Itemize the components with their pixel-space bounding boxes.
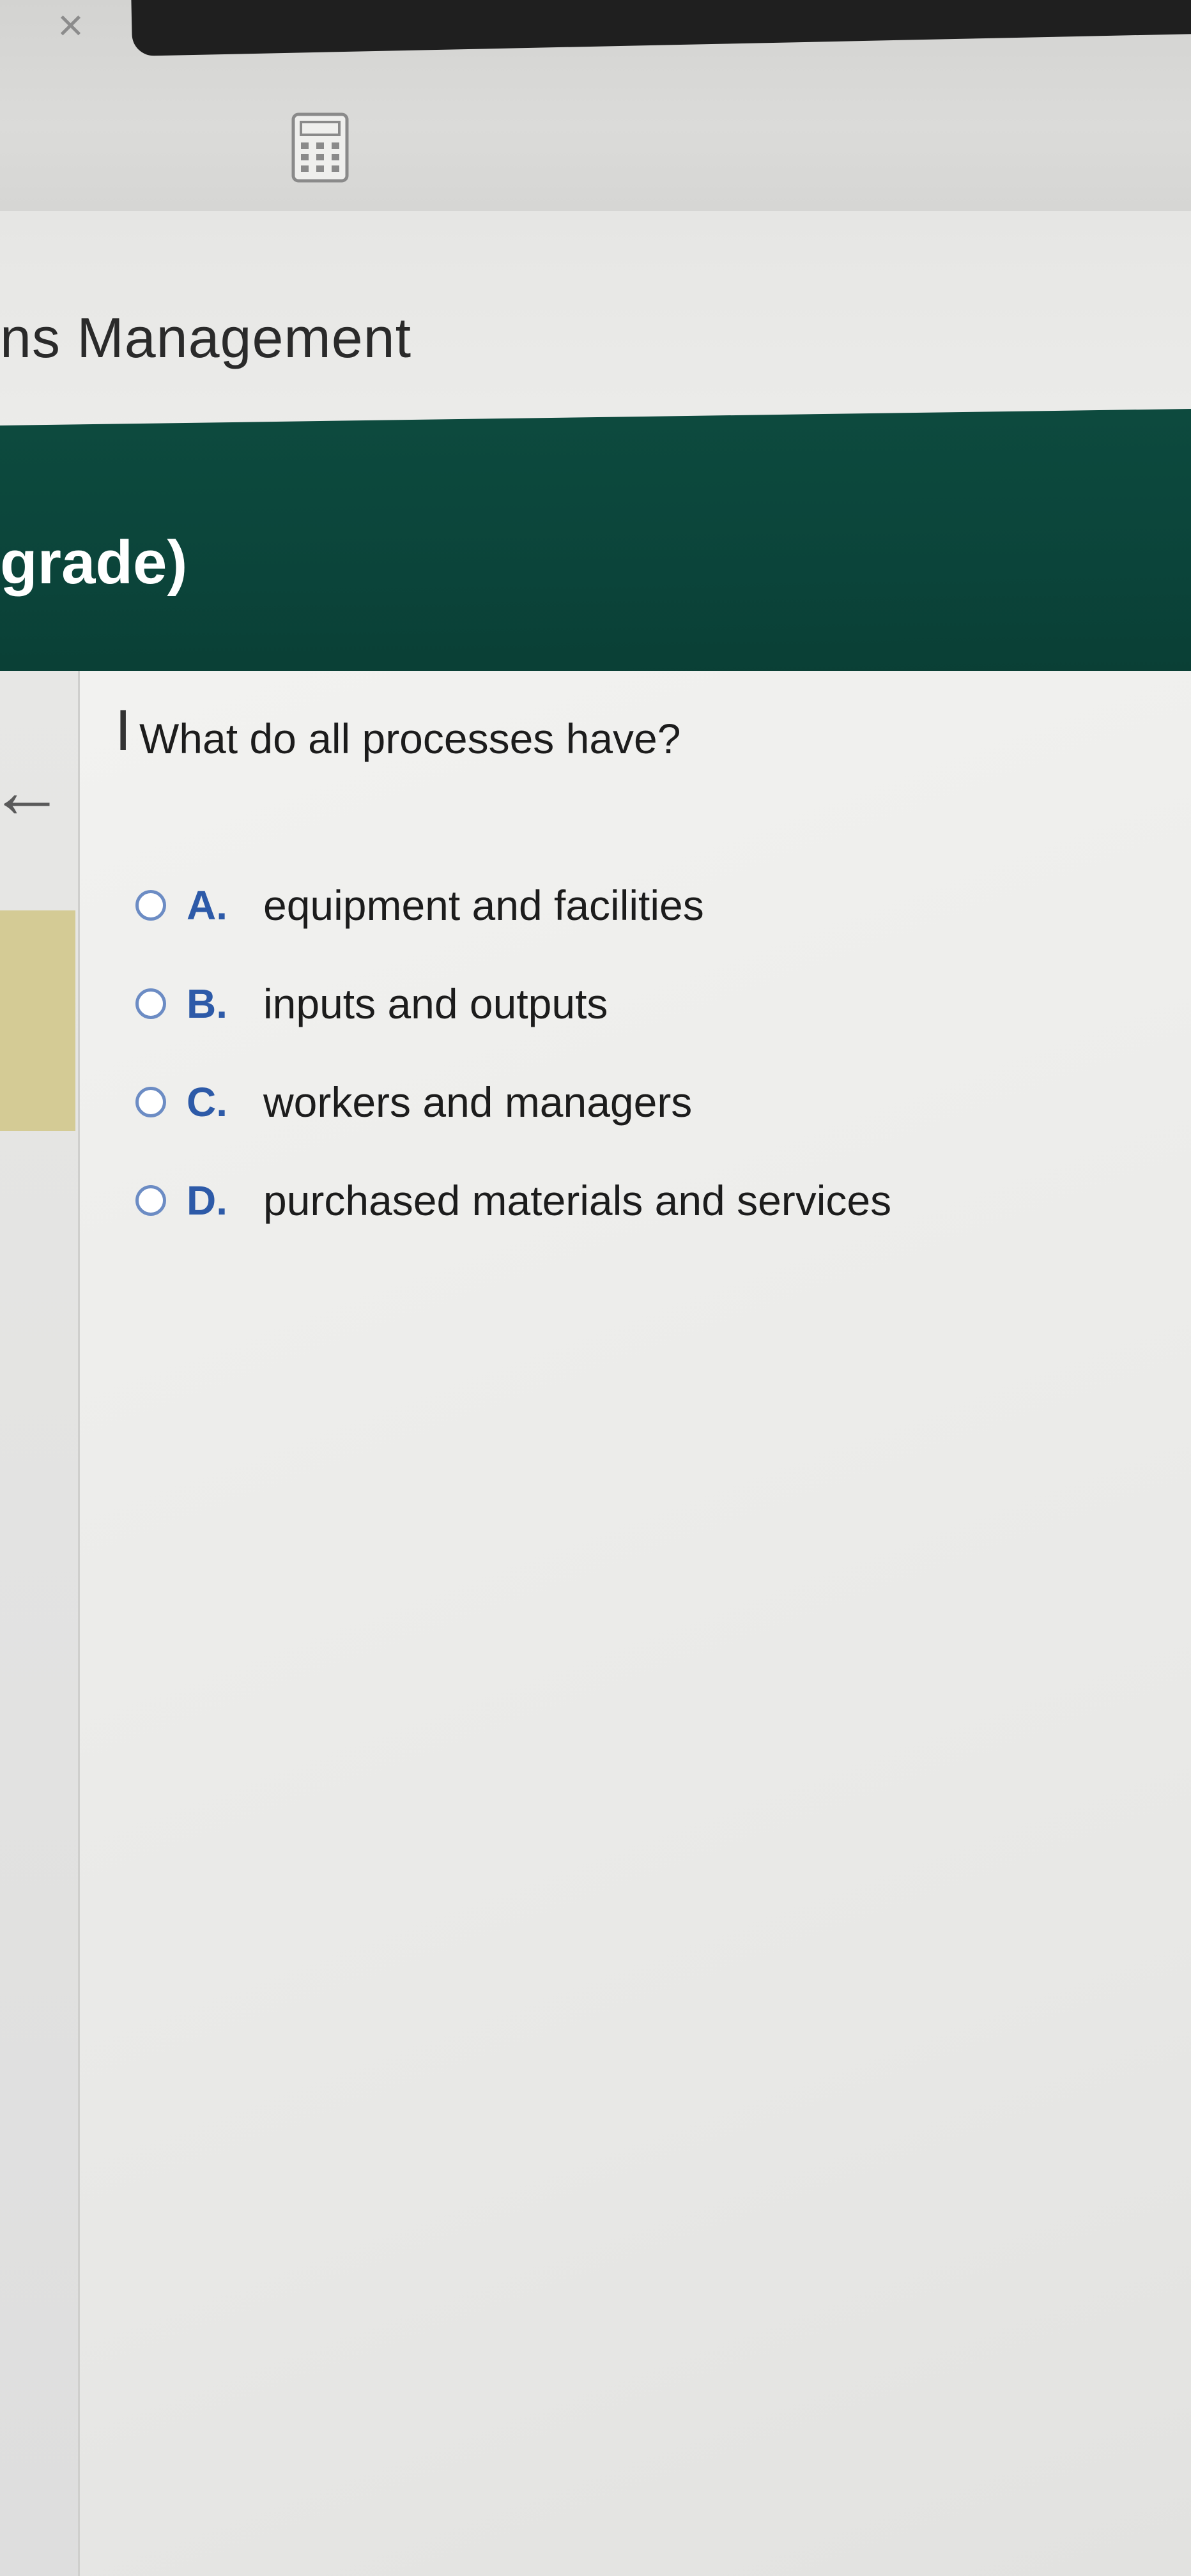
option-text[interactable]: equipment and facilities	[263, 881, 704, 930]
app-top-bar: ×	[0, 0, 1191, 211]
course-title: ns Management	[0, 306, 412, 369]
option-letter: C.	[187, 1079, 227, 1125]
option-text[interactable]: workers and managers	[263, 1078, 692, 1126]
answer-option-a[interactable]: A. equipment and facilities	[135, 856, 891, 954]
calculator-icon[interactable]	[291, 112, 350, 183]
text-cursor-icon: I	[115, 700, 132, 763]
browser-tab-strip	[131, 0, 1191, 56]
option-letter: B.	[187, 981, 227, 1027]
close-icon[interactable]: ×	[58, 3, 84, 47]
radio-button-c[interactable]	[135, 1087, 166, 1117]
option-text[interactable]: purchased materials and services	[263, 1176, 891, 1225]
option-text[interactable]: inputs and outputs	[263, 979, 608, 1028]
assignment-header-label: grade)	[0, 528, 188, 597]
answer-option-c[interactable]: C. workers and managers	[135, 1053, 891, 1151]
radio-button-a[interactable]	[135, 890, 166, 921]
radio-button-b[interactable]	[135, 988, 166, 1019]
nav-selected-item[interactable]	[0, 910, 75, 1131]
option-letter: A.	[187, 882, 227, 928]
answer-options: A. equipment and facilities B. inputs an…	[135, 856, 891, 1250]
answer-option-b[interactable]: B. inputs and outputs	[135, 954, 891, 1053]
back-arrow-icon[interactable]: ←	[0, 753, 65, 829]
question-prompt: What do all processes have?	[139, 715, 681, 762]
radio-button-d[interactable]	[135, 1185, 166, 1216]
option-letter: D.	[187, 1177, 227, 1223]
answer-option-d[interactable]: D. purchased materials and services	[135, 1151, 891, 1250]
